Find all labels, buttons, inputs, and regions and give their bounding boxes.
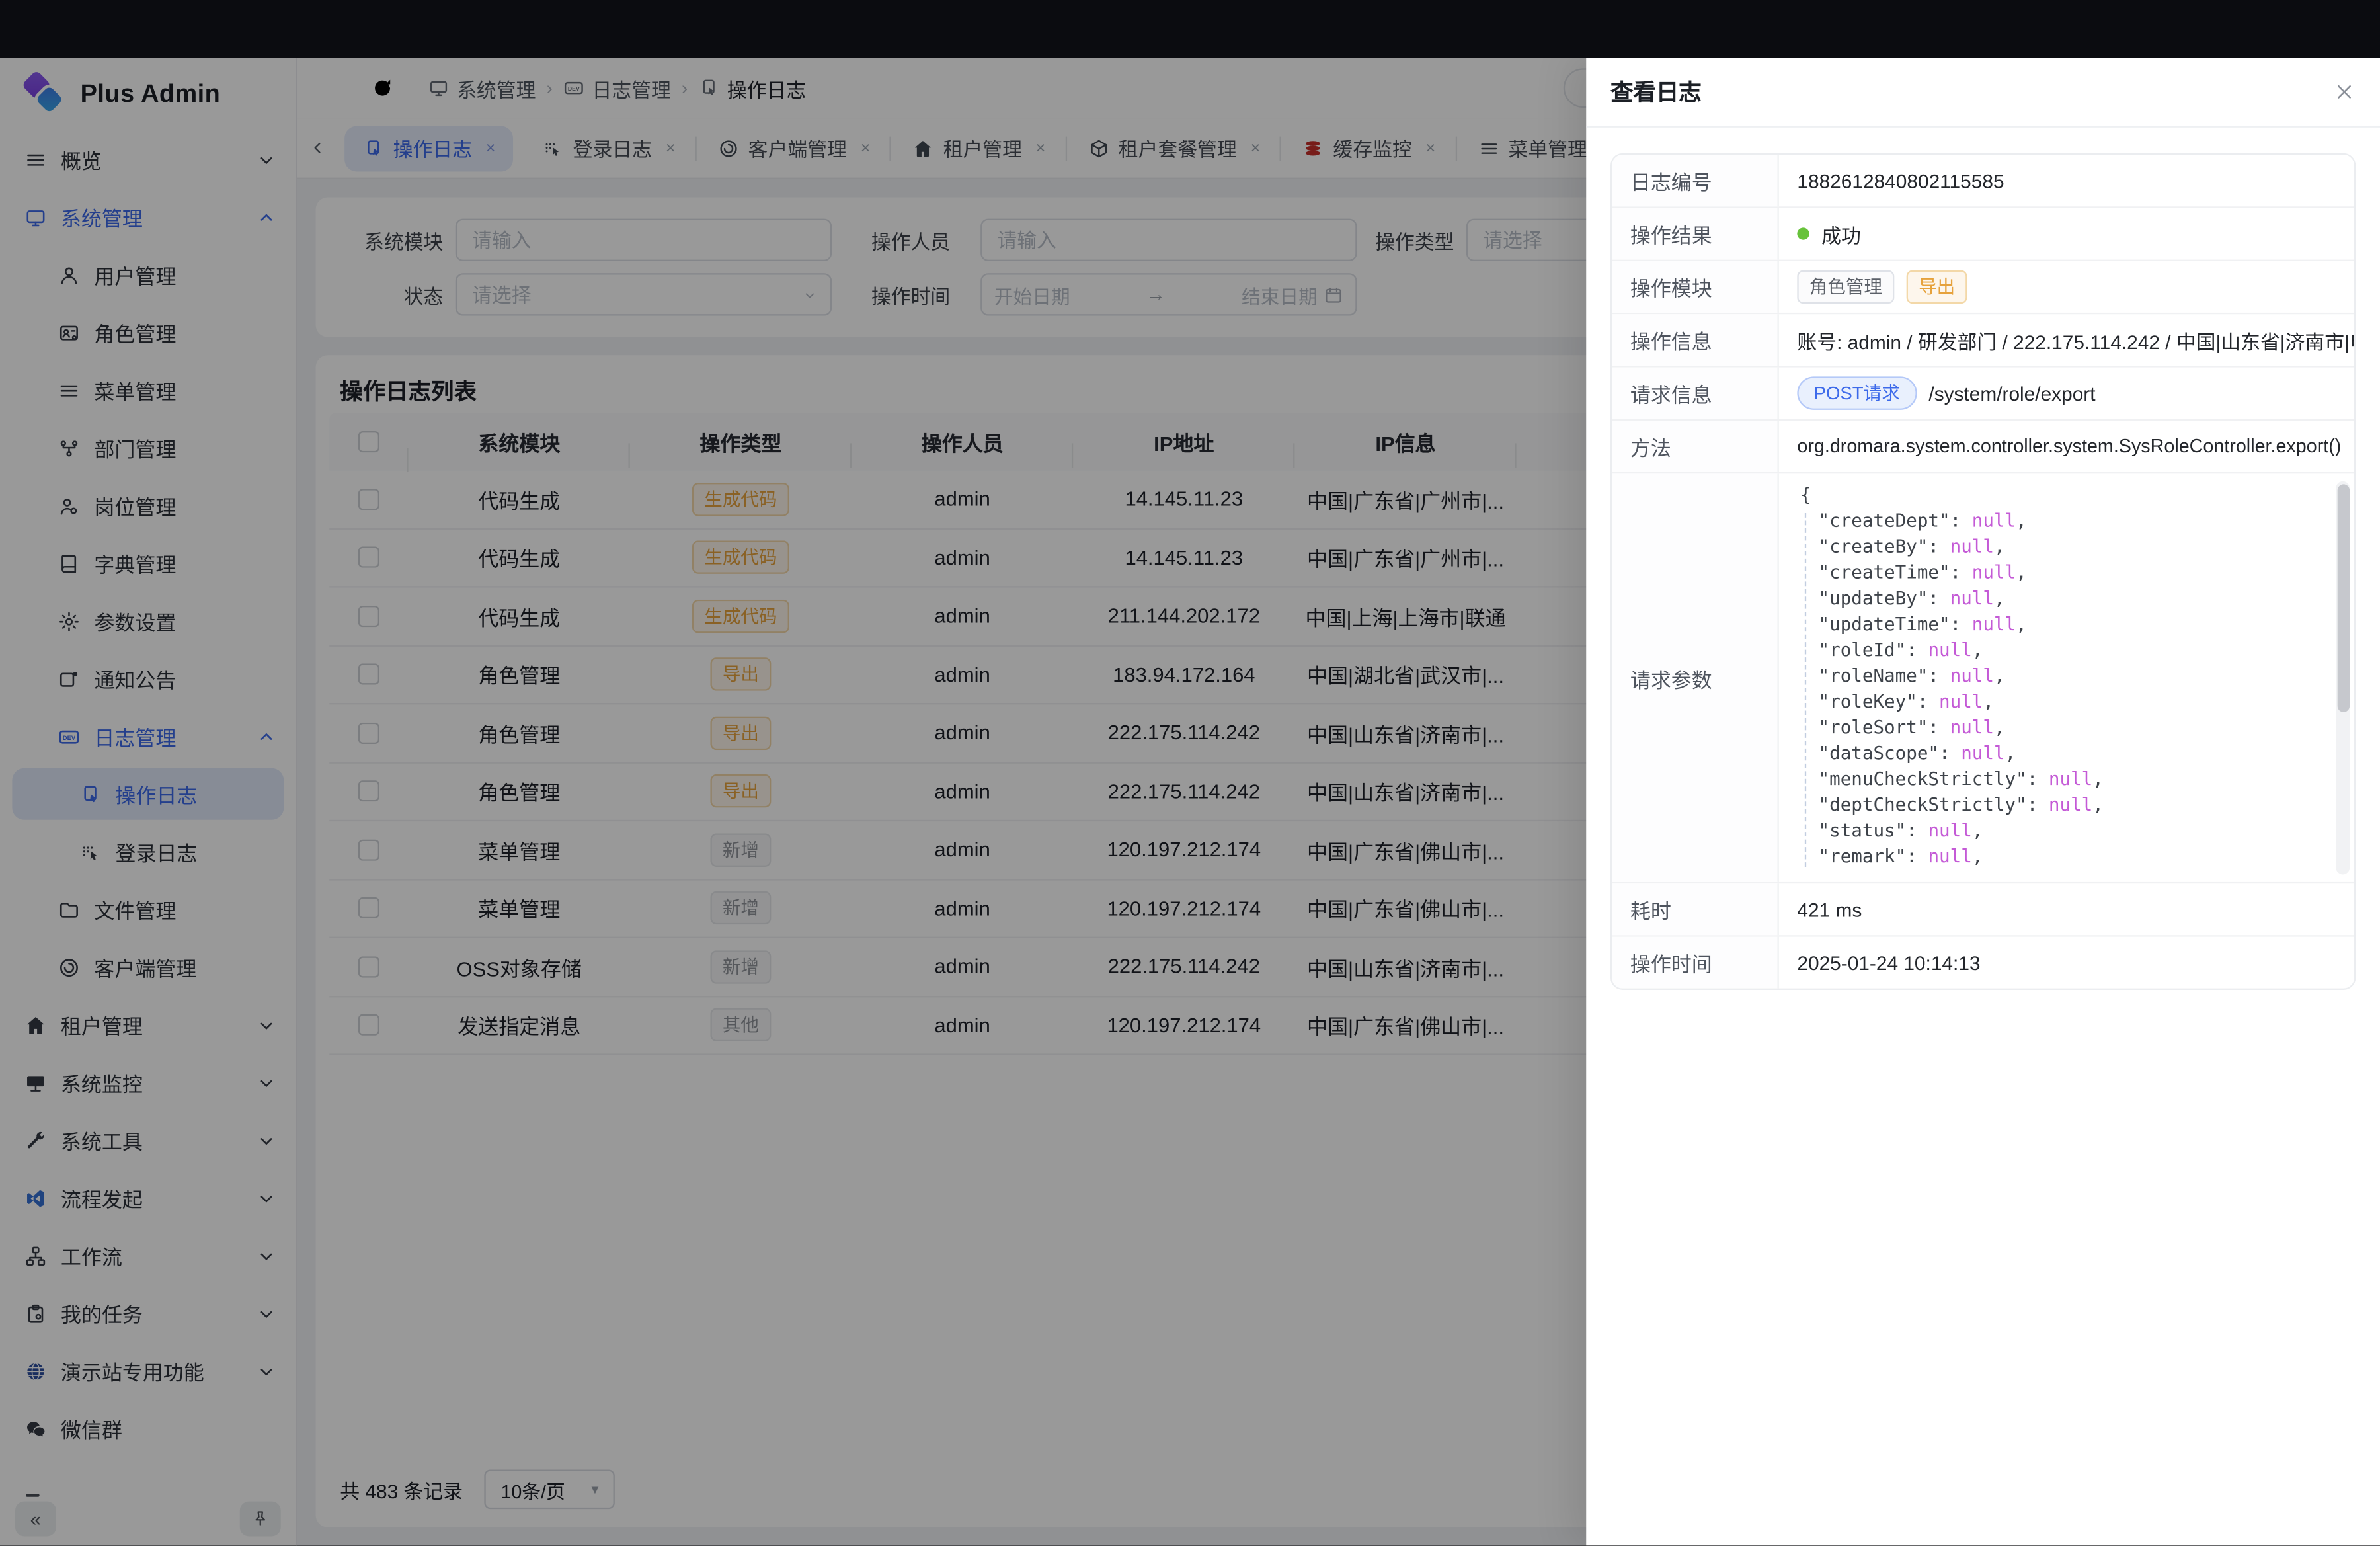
code-line: remark: null, xyxy=(1800,844,2315,870)
method-label: 方法 xyxy=(1612,421,1779,472)
result-label: 操作结果 xyxy=(1612,208,1779,260)
request-url: /system/role/export xyxy=(1928,382,2095,404)
code-scrollbar[interactable] xyxy=(2336,481,2350,875)
info-value: 账号: admin / 研发部门 / 222.175.114.242 / 中国|… xyxy=(1779,314,2354,366)
code-lines: createDept: null, createBy: null, create… xyxy=(1800,509,2315,870)
detail-row-request: 请求信息 POST请求 /system/role/export xyxy=(1612,368,2354,421)
detail-row-result: 操作结果 成功 xyxy=(1612,208,2354,261)
log-id-label: 日志编号 xyxy=(1612,155,1779,206)
code-scrollbar-thumb[interactable] xyxy=(2337,484,2349,712)
code-line: updateBy: null, xyxy=(1800,586,2315,612)
detail-row-duration: 耗时 421 ms xyxy=(1612,883,2354,936)
method-value: org.dromara.system.controller.system.Sys… xyxy=(1779,421,2354,472)
time-value: 2025-01-24 10:14:13 xyxy=(1779,937,2354,989)
code-line: roleKey: null, xyxy=(1800,689,2315,715)
code-open-brace: { xyxy=(1800,483,2315,509)
code-line: updateTime: null, xyxy=(1800,612,2315,637)
code-line: createTime: null, xyxy=(1800,560,2315,586)
detail-row-module: 操作模块 角色管理 导出 xyxy=(1612,261,2354,314)
indent-guide xyxy=(1805,513,1806,867)
code-line: status: null, xyxy=(1800,819,2315,844)
drawer-title: 查看日志 xyxy=(1610,76,1702,108)
code-line: roleSort: null, xyxy=(1800,715,2315,741)
detail-row-time: 操作时间 2025-01-24 10:14:13 xyxy=(1612,937,2354,989)
detail-row-log-id: 日志编号 1882612840802115585 xyxy=(1612,155,2354,208)
code-line: dataScope: null, xyxy=(1800,741,2315,766)
close-icon[interactable] xyxy=(2333,81,2356,103)
success-dot-icon xyxy=(1797,227,1809,239)
code-line: createBy: null, xyxy=(1800,534,2315,560)
result-value: 成功 xyxy=(1821,220,1861,249)
module-tag: 角色管理 xyxy=(1797,270,1894,304)
detail-row-params: 请求参数 { createDept: null, createBy: null, xyxy=(1612,473,2354,883)
info-label: 操作信息 xyxy=(1612,314,1779,366)
code-line: deptCheckStrictly: null, xyxy=(1800,792,2315,818)
view-log-drawer: 查看日志 日志编号 1882612840802115585 操作结果 成功 操作… xyxy=(1586,58,2380,1545)
log-id-value: 1882612840802115585 xyxy=(1779,155,2354,206)
code-line: menuCheckStrictly: null, xyxy=(1800,766,2315,792)
drawer-header: 查看日志 xyxy=(1586,58,2380,128)
code-line: createDept: null, xyxy=(1800,509,2315,534)
app-viewport: Plus Admin 概览 系统管理 用户管理 角色管理 xyxy=(0,0,2380,1545)
post-method-tag: POST请求 xyxy=(1797,376,1917,410)
module-label: 操作模块 xyxy=(1612,261,1779,313)
window-top-bar xyxy=(0,0,2380,58)
request-label: 请求信息 xyxy=(1612,368,1779,419)
request-params-code[interactable]: { createDept: null, createBy: null, crea… xyxy=(1779,473,2354,882)
duration-label: 耗时 xyxy=(1612,883,1779,935)
duration-value: 421 ms xyxy=(1779,883,2354,935)
detail-row-method: 方法 org.dromara.system.controller.system.… xyxy=(1612,421,2354,473)
drawer-body: 日志编号 1882612840802115585 操作结果 成功 操作模块 角色… xyxy=(1610,129,2356,1545)
action-tag: 导出 xyxy=(1907,270,1967,304)
detail-row-info: 操作信息 账号: admin / 研发部门 / 222.175.114.242 … xyxy=(1612,314,2354,367)
code-line: roleName: null, xyxy=(1800,663,2315,689)
code-line: roleId: null, xyxy=(1800,637,2315,663)
params-label: 请求参数 xyxy=(1612,473,1779,882)
log-detail-table: 日志编号 1882612840802115585 操作结果 成功 操作模块 角色… xyxy=(1610,153,2356,990)
time-label: 操作时间 xyxy=(1612,937,1779,989)
